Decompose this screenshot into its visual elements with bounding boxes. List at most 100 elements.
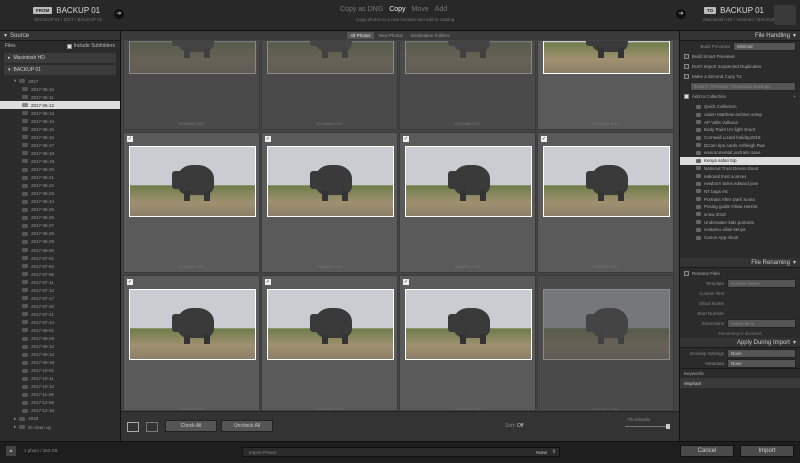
collection-item[interactable]: National Trust Devon shoot	[680, 165, 800, 173]
include-checkbox[interactable]: ✓	[403, 279, 409, 285]
import-button[interactable]: Import	[740, 445, 794, 457]
checkbox-icon[interactable]	[684, 53, 689, 59]
collection-item[interactable]: snow 2018	[680, 211, 800, 219]
folder-item[interactable]: 2017-06-22	[0, 182, 120, 190]
chevron-down-icon[interactable]: ⇕	[552, 449, 556, 455]
source-name[interactable]: BACKUP 01	[56, 6, 100, 15]
photo-thumbnail[interactable]: ✓ SSA9875.CR2	[261, 275, 398, 410]
include-checkbox[interactable]: ✓	[403, 136, 409, 142]
collection-item[interactable]: Body Paint UV light shoot	[680, 126, 800, 134]
folder-item[interactable]: 2017-07-06	[0, 270, 120, 278]
thumbnail-size-slider[interactable]	[625, 426, 669, 427]
photo-thumbnail[interactable]: ✓ SSA9876.CR2	[399, 275, 536, 410]
mode-move[interactable]: Move	[412, 6, 429, 13]
folder-item[interactable]: 2017-06-13	[0, 109, 120, 117]
folder-2017[interactable]: ▾ 2017	[0, 77, 120, 85]
folder-item[interactable]: 2017-10-01	[0, 367, 120, 375]
file-renaming-header[interactable]: File Renaming ▾	[680, 258, 800, 268]
second-copy-row[interactable]: Make a Second Copy To:	[680, 71, 800, 81]
folder-item[interactable]: ▸ 2018	[0, 415, 120, 423]
checkbox-icon[interactable]	[684, 73, 689, 79]
photo-thumbnail[interactable]: ✓ SSA9870.CR2	[123, 132, 260, 273]
mode-copy[interactable]: Copy	[389, 6, 405, 13]
uncheck-all-button[interactable]: Uncheck All	[221, 420, 273, 432]
collection-item[interactable]: DCam tips cards Ashleigh Rae	[680, 141, 800, 149]
folder-item[interactable]: 2017-07-04	[0, 262, 120, 270]
checkbox-icon[interactable]	[684, 93, 689, 99]
folder-item[interactable]: 2017-06-20	[0, 166, 120, 174]
source-panel-header[interactable]: ▾ Source	[0, 31, 120, 41]
collection-item[interactable]: Cornwall Lizard holiday2018	[680, 134, 800, 142]
apply-during-import-header[interactable]: Apply During Import ▾	[680, 338, 800, 348]
slider-handle[interactable]	[666, 424, 670, 429]
check-all-button[interactable]: Check All	[165, 420, 217, 432]
folder-item[interactable]: 2017-06-29	[0, 238, 120, 246]
photo-thumbnail[interactable]: ✓ SSA9872.CR2	[399, 132, 536, 273]
folder-item[interactable]: 2017-08-29	[0, 335, 120, 343]
folder-item[interactable]: 2017-10-12	[0, 383, 120, 391]
folder-item[interactable]: 2017-06-25	[0, 206, 120, 214]
dont-import-duplicates-row[interactable]: Don't Import Suspected Duplicates	[680, 61, 800, 71]
collection-item[interactable]: vostamu villas kenya	[680, 226, 800, 234]
include-subfolders-checkbox[interactable]: Include Subfolders	[66, 43, 115, 49]
folder-item[interactable]: 2017-06-11	[0, 93, 120, 101]
collection-item[interactable]: AP Valts Volkova	[680, 118, 800, 126]
folder-item[interactable]: 2017-06-23	[0, 190, 120, 198]
photo-thumbnail[interactable]: ✓SSA9866.CR2	[537, 41, 674, 130]
folder-item[interactable]: 2017-09-19	[0, 359, 120, 367]
folder-item[interactable]: 2017-06-17	[0, 141, 120, 149]
photo-thumbnail[interactable]: ✓ SSA9871.CR2	[261, 132, 398, 273]
photo-thumbnail[interactable]: ✓ SSA9873.CR2	[537, 132, 674, 273]
build-previews-select[interactable]: Minimal	[733, 41, 796, 51]
folder-item[interactable]: 2017-07-24	[0, 318, 120, 326]
folder-item[interactable]: 2017-06-18	[0, 149, 120, 157]
collection-item[interactable]: environmental portraits save	[680, 149, 800, 157]
mode-add[interactable]: Add	[435, 6, 447, 13]
folder-item[interactable]: 2017-06-21	[0, 174, 120, 182]
folder-item[interactable]: 2017-06-19	[0, 157, 120, 165]
folder-item[interactable]: 2017-07-11	[0, 278, 120, 286]
checkbox-icon[interactable]	[684, 270, 689, 276]
include-checkbox[interactable]: ✓	[127, 279, 133, 285]
folder-item[interactable]: 2017-06-26	[0, 214, 120, 222]
include-checkbox[interactable]: ✓	[265, 136, 271, 142]
collection-item[interactable]: Kenya safari trip	[680, 156, 800, 165]
collection-item[interactable]: Canon App shoot	[680, 234, 800, 242]
collection-item[interactable]: Quick Collection	[680, 103, 800, 111]
metadata-select[interactable]: None	[727, 358, 796, 368]
cancel-button[interactable]: Cancel	[680, 445, 734, 457]
folder-item[interactable]: 2017-06-15	[0, 125, 120, 133]
template-select[interactable]: Custom Name	[727, 278, 796, 288]
folder-item[interactable]: 2017-06-12	[0, 101, 120, 110]
volume-backup-01[interactable]: ▾ BACKUP 01	[4, 65, 116, 75]
collection-item[interactable]: Posing guide Olivia Harriet	[680, 203, 800, 211]
destination-selector[interactable]: TO BACKUP 01	[703, 6, 764, 15]
file-handling-header[interactable]: File Handling ▾	[680, 31, 800, 41]
tab-new-photos[interactable]: New Photos	[376, 32, 406, 39]
volume-macintosh-hd[interactable]: ▸ Macintosh HD	[4, 53, 116, 63]
extensions-select[interactable]: Leave as-is	[727, 318, 796, 328]
include-checkbox[interactable]: ✓	[541, 136, 547, 142]
tab-all-photos[interactable]: All Photos	[347, 32, 374, 39]
folder-item[interactable]: 2017-05-16	[0, 85, 120, 93]
add-to-collection-row[interactable]: Add to Collection +	[680, 91, 800, 101]
folder-item[interactable]: 2017-12-18	[0, 407, 120, 415]
collapse-up-icon[interactable]: ▴	[6, 446, 16, 456]
collection-item[interactable]: NT bags etc	[680, 188, 800, 196]
folder-item[interactable]: 2017-06-16	[0, 133, 120, 141]
collection-item[interactable]: newborn twins edward jose	[680, 180, 800, 188]
photo-thumbnail[interactable]: SSA9863.CR2	[123, 41, 260, 130]
checkbox-icon[interactable]	[684, 63, 689, 69]
folder-item[interactable]: 2017-06-24	[0, 198, 120, 206]
photo-thumbnail[interactable]: SSA9864.CR2	[261, 41, 398, 130]
sort-control[interactable]: Sort: Off	[505, 423, 524, 429]
tab-destination-folders[interactable]: Destination Folders	[408, 32, 453, 39]
folder-item[interactable]: 2017-06-27	[0, 222, 120, 230]
collection-item[interactable]: Portraits After Dark Sonia	[680, 195, 800, 203]
keywords-input[interactable]: elephant	[680, 378, 800, 388]
folder-item[interactable]: 2017-11-29	[0, 391, 120, 399]
folder-item[interactable]: 2017-09-13	[0, 351, 120, 359]
photo-thumbnail[interactable]: ✓ SSA9874.CR2	[123, 275, 260, 410]
folder-item[interactable]: 2017-07-01	[0, 254, 120, 262]
folder-item[interactable]: 2017-12-08	[0, 399, 120, 407]
